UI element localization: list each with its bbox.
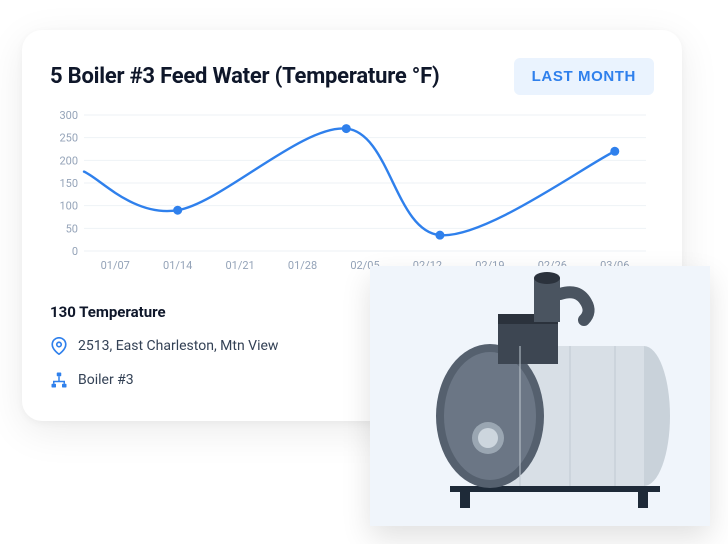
svg-text:200: 200 bbox=[59, 154, 78, 167]
card-title: 5 Boiler #3 Feed Water (Temperature °F) bbox=[50, 64, 439, 89]
boiler-image bbox=[370, 266, 710, 526]
location-pin-icon bbox=[50, 337, 68, 355]
asset-text: Boiler #3 bbox=[78, 372, 134, 388]
svg-text:50: 50 bbox=[66, 222, 78, 235]
svg-text:01/07: 01/07 bbox=[101, 259, 130, 272]
line-chart: 05010015020025030001/0701/1401/2101/2802… bbox=[50, 105, 654, 275]
timeframe-badge[interactable]: LAST MONTH bbox=[514, 58, 654, 95]
card-header: 5 Boiler #3 Feed Water (Temperature °F) … bbox=[50, 58, 654, 95]
svg-text:01/14: 01/14 bbox=[163, 259, 192, 272]
svg-text:300: 300 bbox=[59, 109, 78, 122]
svg-text:0: 0 bbox=[72, 245, 78, 258]
chart-svg: 05010015020025030001/0701/1401/2101/2802… bbox=[50, 105, 654, 275]
svg-text:01/21: 01/21 bbox=[225, 259, 254, 272]
svg-text:100: 100 bbox=[59, 200, 78, 213]
hierarchy-icon bbox=[50, 371, 68, 389]
svg-text:01/28: 01/28 bbox=[288, 259, 317, 272]
location-text: 2513, East Charleston, Mtn View bbox=[78, 338, 278, 354]
svg-text:250: 250 bbox=[59, 132, 78, 145]
svg-text:150: 150 bbox=[59, 177, 78, 190]
